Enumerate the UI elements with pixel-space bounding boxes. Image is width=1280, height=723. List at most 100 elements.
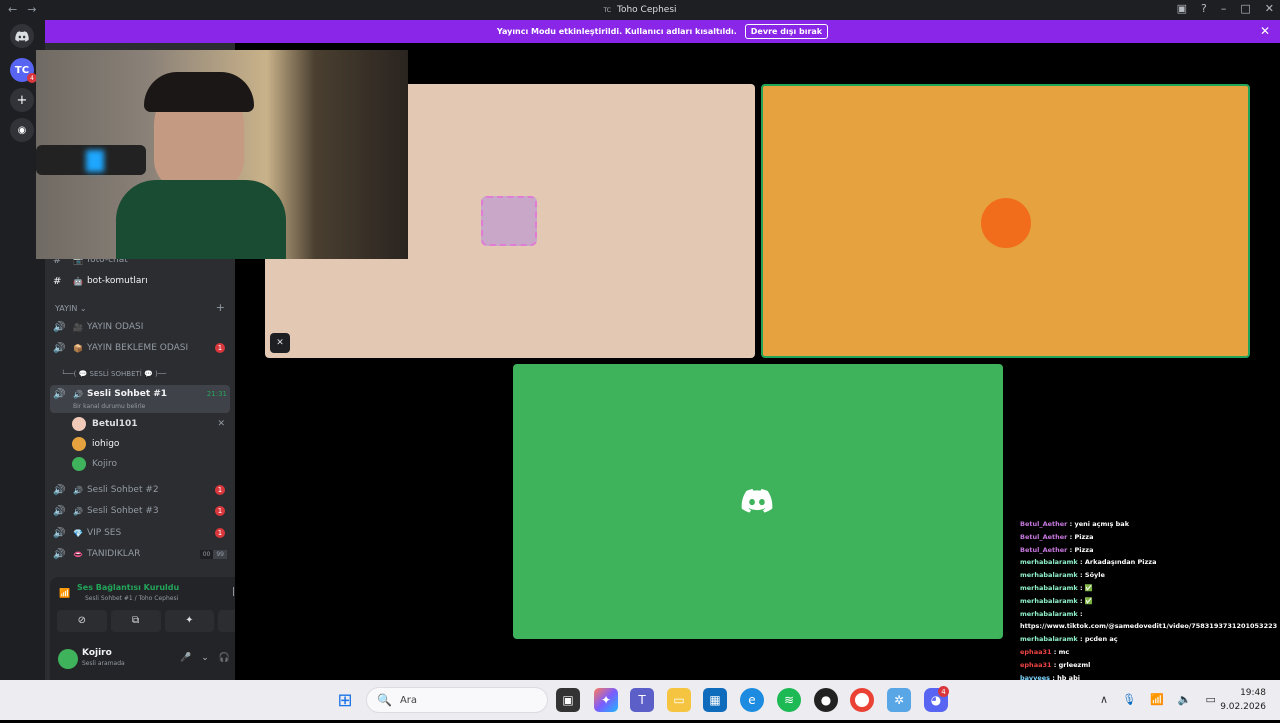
mention-badge: 1 (215, 343, 225, 353)
voice-user[interactable]: Betul101 (72, 415, 138, 433)
streamer-scarf (116, 180, 286, 259)
chat-message: mc (1058, 647, 1070, 656)
task-view-icon[interactable]: ▣ (556, 688, 580, 712)
chat-username: Betul_Aether (1020, 532, 1068, 541)
channel-bot-komutlari[interactable]: # 🤖 bot-komutları (53, 271, 231, 291)
app-icon[interactable]: ✲ (887, 688, 911, 712)
back-icon[interactable]: ← (8, 3, 17, 16)
nav-buttons: ← → (8, 3, 36, 16)
chat-separator: : (1051, 660, 1059, 669)
close-window-icon[interactable]: ✕ (1265, 2, 1274, 15)
speaker-icon: 🔊 (53, 321, 66, 333)
banner-close-icon[interactable]: ✕ (1260, 24, 1270, 38)
chevron-down-icon[interactable]: ⌄ (201, 653, 209, 663)
windows-start-icon[interactable]: ⊞ (333, 688, 357, 712)
chat-separator: : (1077, 583, 1085, 592)
screen-share-icon[interactable]: ⧉ (110, 610, 161, 632)
participant-tile-kojiro[interactable] (513, 364, 1003, 639)
help-icon[interactable]: ? (1201, 2, 1207, 15)
volume-icon[interactable]: 🔈 (1178, 693, 1192, 706)
maximize-icon[interactable]: □ (1240, 2, 1250, 15)
category-label: YAYIN (55, 304, 78, 313)
self-avatar[interactable] (58, 649, 78, 669)
mention-badge: 1 (215, 485, 225, 495)
chat-line: merhabalaramk : ✅ (1020, 595, 1280, 608)
battery-icon[interactable]: ▭ (1205, 693, 1215, 706)
participant-tile-iohigo[interactable] (761, 84, 1250, 358)
disable-streamer-mode-button[interactable]: Devre dışı bırak (744, 24, 829, 39)
chat-separator: : (1077, 558, 1085, 567)
channel-yayin-odasi[interactable]: 🔊 🎥 YAYIN ODASI (53, 317, 231, 337)
minimize-icon[interactable]: – (1221, 2, 1227, 15)
edge-icon[interactable]: e (740, 688, 764, 712)
clock-time: 19:48 (1240, 688, 1266, 698)
chat-line: merhabalaramk : Arkadaşından Pizza (1020, 556, 1280, 569)
headphones-icon[interactable]: 🎧 (219, 653, 230, 663)
wifi-icon[interactable]: 📶 (1150, 693, 1164, 706)
voice-location[interactable]: Sesli Sohbet #1 / Toho Cephesi (85, 595, 178, 602)
tray-chevron-icon[interactable]: ∧ (1100, 693, 1108, 706)
store-icon[interactable]: ▦ (703, 688, 727, 712)
windows-taskbar: ⊞ 🔍 Ara ▣ ✦ T ▭ ▦ e ≋ ● ✲ ◕ 4 ∧ 🎙 📶 🔈 ▭ … (0, 680, 1280, 720)
activities-icon[interactable]: ✦ (164, 610, 215, 632)
copilot-icon[interactable]: ✦ (594, 688, 618, 712)
mic-light (86, 150, 104, 172)
speaker-icon: 🔊 (53, 548, 66, 560)
discover-icon[interactable]: ◉ (10, 118, 34, 142)
signal-icon: 📶 (59, 589, 71, 599)
title-bar: ← → TC Toho Cephesi ▣ ? – □ ✕ (0, 0, 1280, 20)
add-channel-icon[interactable]: + (216, 301, 225, 314)
channel-label: bot-komutları (86, 276, 148, 286)
voice-user-name: Betul101 (92, 419, 138, 429)
mic-icon[interactable]: 🎤 (180, 653, 191, 663)
chrome-icon[interactable] (850, 688, 874, 712)
spotify-icon[interactable]: ≋ (777, 688, 801, 712)
category-yayin[interactable]: YAYIN ⌄ (55, 304, 87, 313)
chat-username: ephaa31 (1020, 660, 1052, 669)
category-sesli[interactable]: └──( 💬 SESLİ SOHBETİ 💬 )── (61, 370, 166, 378)
inbox-icon[interactable]: ▣ (1177, 2, 1187, 15)
banner-text: Yayıncı Modu etkinleştirildi. Kullanıcı … (496, 27, 737, 36)
headphones (144, 72, 254, 112)
channel-sesli-sohbet-1[interactable]: 🔊 🔊 Sesli Sohbet #1 21:31 (53, 384, 231, 404)
window-title: TC Toho Cephesi (603, 5, 676, 15)
chat-message: pcden aç (1084, 635, 1118, 644)
teams-icon[interactable]: T (630, 688, 654, 712)
channel-sesli-sohbet-3[interactable]: 🔊 🔊 Sesli Sohbet #3 1 (53, 501, 231, 521)
participant-avatar (981, 198, 1031, 248)
obs-icon[interactable]: ● (814, 688, 838, 712)
chat-username: Betul_Aether (1020, 520, 1068, 528)
voice-user[interactable]: Kojiro (72, 455, 117, 473)
chat-separator: : (1077, 571, 1085, 580)
clock-date: 9.02.2026 (1220, 702, 1266, 712)
mic-tray-icon[interactable]: 🎙 (1122, 693, 1136, 706)
chat-line: merhabalaramk : ✅ (1020, 582, 1280, 595)
channel-tanidiklar[interactable]: 🔊 👄 TANIDIKLAR 00 99 (53, 544, 231, 564)
taskbar-search[interactable]: 🔍 Ara (366, 687, 548, 713)
channel-status-hint[interactable]: Bir kanal durumu belirle (73, 403, 145, 410)
taskbar-clock[interactable]: 19:48 9.02.2026 (1220, 686, 1266, 714)
chat-line: merhabalaramk : (1020, 608, 1280, 621)
discord-taskbar-badge: 4 (938, 686, 949, 697)
chat-separator: : (1051, 647, 1059, 656)
add-server-icon[interactable]: + (10, 88, 34, 112)
chat-username: ephaa31 (1020, 647, 1052, 656)
channel-emoji: 🤖 (73, 276, 83, 286)
discord-home-icon[interactable] (10, 24, 34, 48)
file-explorer-icon[interactable]: ▭ (667, 688, 691, 712)
camera-toggle-icon[interactable]: ⊘ (57, 610, 107, 632)
chat-separator: : (1067, 532, 1075, 541)
discord-logo-icon (741, 489, 773, 517)
channel-yayin-bekleme[interactable]: 🔊 📦 YAYIN BEKLEME ODASI 1 (53, 338, 231, 358)
chat-separator: : (1067, 520, 1075, 528)
channel-emoji: 💎 (73, 528, 83, 538)
chat-username: merhabalaramk (1020, 609, 1078, 618)
channel-emoji: 👄 (73, 549, 83, 559)
webcam-overlay (36, 50, 408, 259)
forward-icon[interactable]: → (27, 3, 36, 16)
channel-sesli-sohbet-2[interactable]: 🔊 🔊 Sesli Sohbet #2 1 (53, 480, 231, 500)
channel-vip-ses[interactable]: 🔊 💎 VIP SES 1 (53, 523, 231, 543)
voice-user[interactable]: iohigo (72, 435, 119, 453)
channel-label: YAYIN ODASI (86, 322, 144, 332)
speaker-icon: 🔊 (53, 342, 66, 354)
